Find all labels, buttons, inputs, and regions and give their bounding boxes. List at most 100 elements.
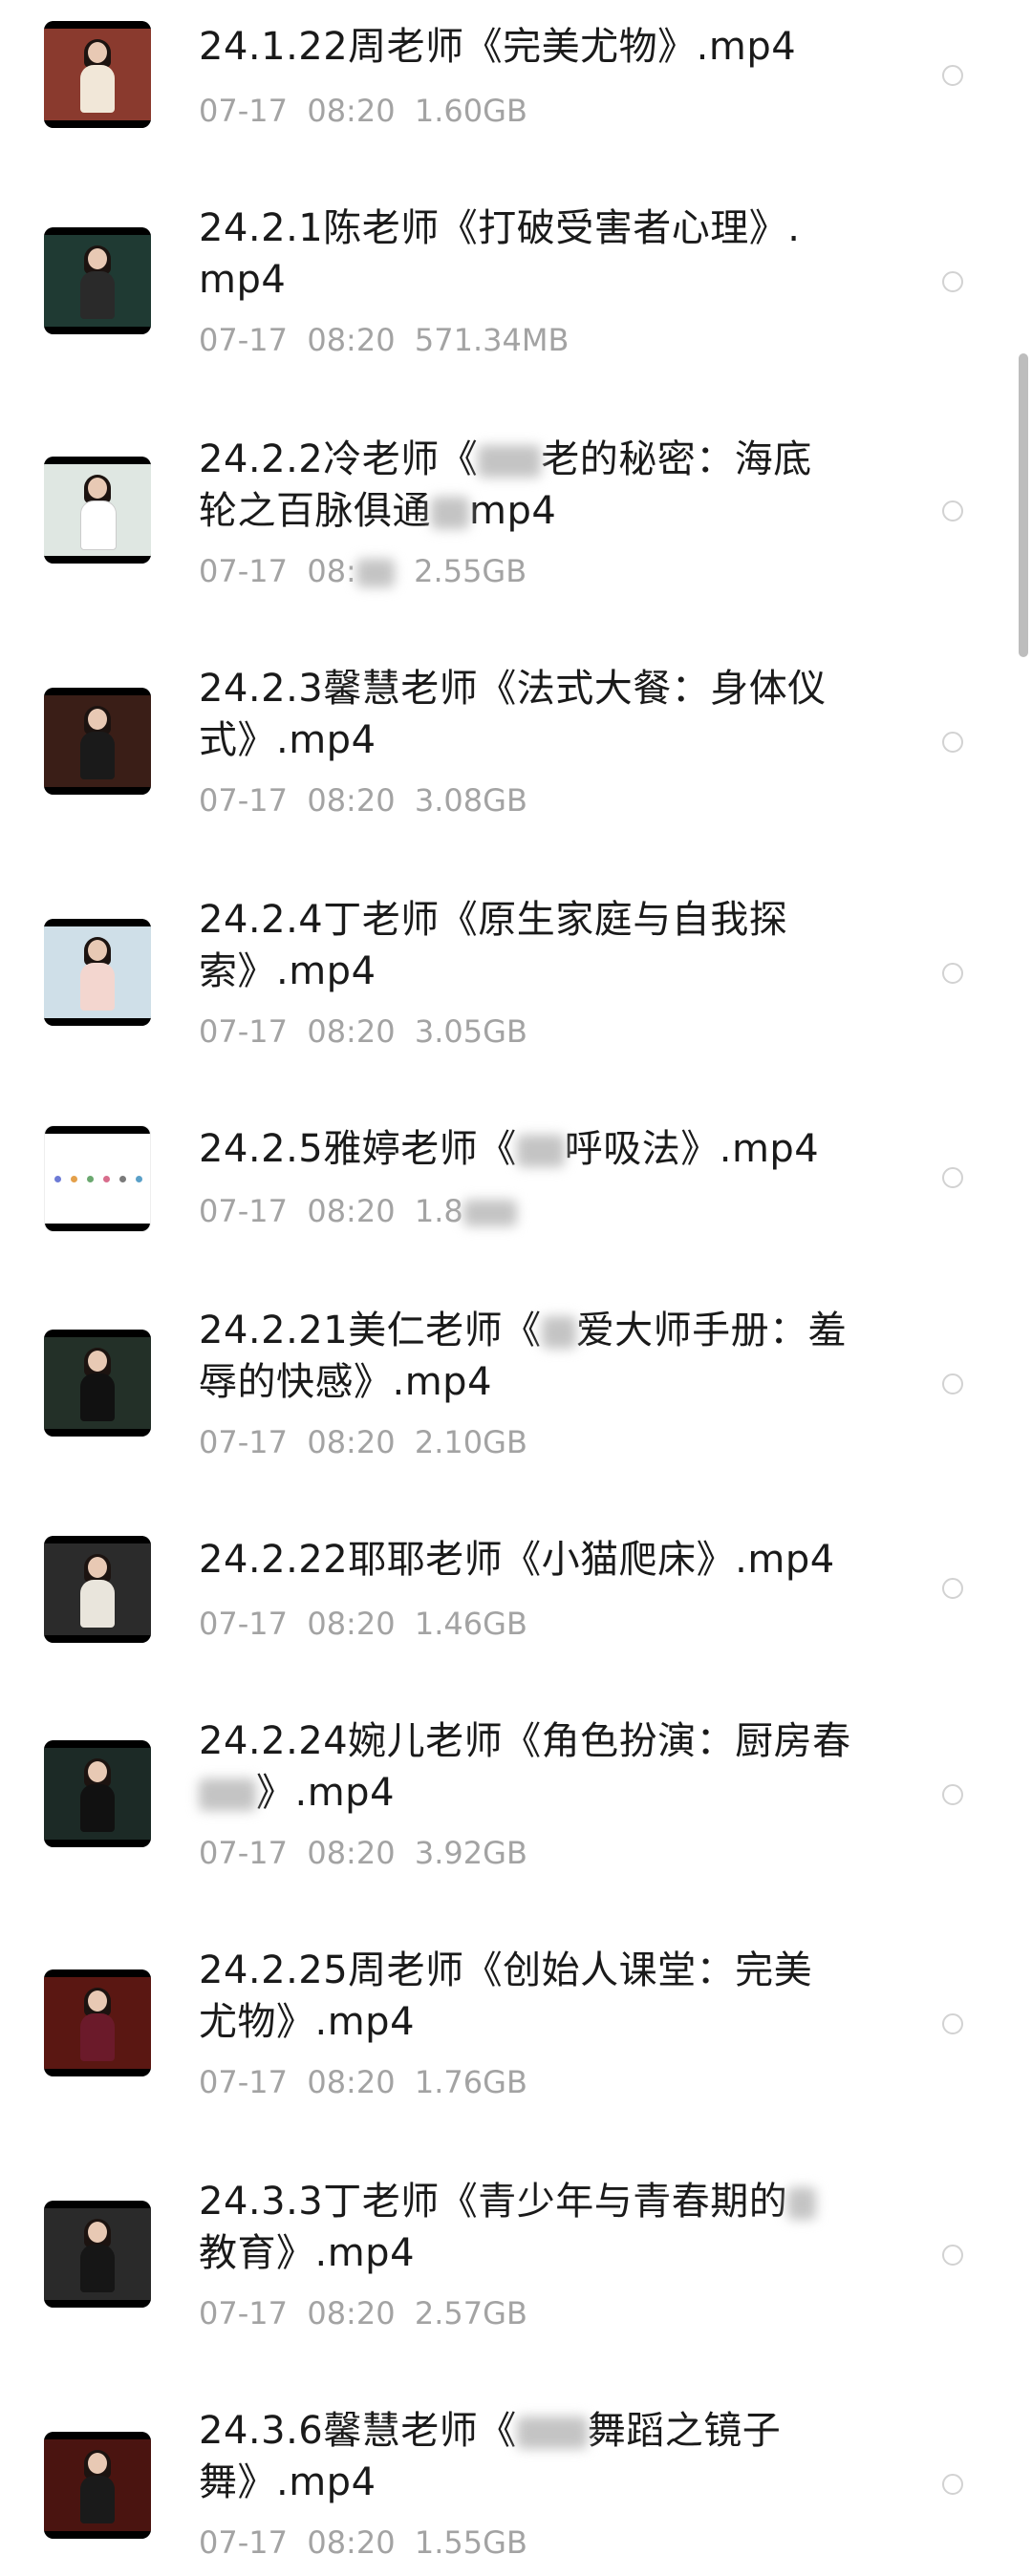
radio-circle-icon[interactable] — [942, 1578, 963, 1599]
file-size: 1.76GB — [414, 2064, 527, 2100]
file-meta: 07-17 08:20 1.46GB — [199, 1605, 527, 1643]
file-time: 08:20 — [307, 93, 396, 129]
file-time: 08:20 — [307, 1424, 396, 1460]
blurred-text — [516, 2416, 588, 2449]
file-name: 24.2.4丁老师《原生家庭与自我探索》.mp4 — [199, 898, 788, 993]
person-figure-icon — [80, 1988, 115, 2061]
file-size: 1.8 — [414, 1193, 463, 1229]
radio-circle-icon[interactable] — [942, 65, 963, 86]
video-thumbnail[interactable] — [44, 688, 151, 795]
file-size: 1.46GB — [414, 1606, 527, 1642]
blurred-text — [462, 1200, 517, 1226]
file-meta: 07-17 08:20 1.8 — [199, 1192, 517, 1230]
video-thumbnail[interactable] — [44, 1969, 151, 2076]
file-time: 08:20 — [307, 782, 396, 819]
radio-circle-icon[interactable] — [942, 1784, 963, 1805]
file-time: 08:20 — [307, 2524, 396, 2561]
video-thumbnail[interactable] — [44, 2432, 151, 2539]
video-thumbnail[interactable] — [44, 1740, 151, 1847]
file-date: 07-17 — [199, 93, 288, 129]
blurred-text — [478, 445, 542, 478]
person-figure-icon — [80, 937, 115, 1011]
file-size: 2.10GB — [414, 1424, 527, 1460]
file-time: 08:20 — [307, 1013, 396, 1050]
file-time: 08:20 — [307, 322, 396, 358]
file-name: 24.2.24婉儿老师《角色扮演：厨房春》.mp4 — [199, 1719, 851, 1815]
file-date: 07-17 — [199, 322, 288, 358]
video-thumbnail[interactable] — [44, 1536, 151, 1643]
blurred-text — [199, 1778, 256, 1811]
video-thumbnail[interactable] — [44, 1330, 151, 1437]
file-date: 07-17 — [199, 1013, 288, 1050]
file-size: 571.34MB — [414, 322, 570, 358]
file-date: 07-17 — [199, 2524, 288, 2561]
file-name: 24.3.3丁老师《青少年与青春期的教育》.mp4 — [199, 2176, 849, 2279]
file-meta: 07-17 08:20 3.08GB — [199, 781, 527, 820]
person-figure-icon — [80, 245, 115, 319]
file-list: 24.1.22周老师《完美尤物》.mp4 07-17 08:20 1.60GB … — [0, 0, 1032, 2576]
radio-circle-icon[interactable] — [942, 963, 963, 984]
radio-circle-icon[interactable] — [942, 500, 963, 522]
video-thumbnail[interactable] — [44, 227, 151, 334]
file-meta: 07-17 08: 2.55GB — [199, 552, 527, 590]
file-meta: 07-17 08:20 1.76GB — [199, 2063, 527, 2101]
file-meta: 07-17 08:20 1.55GB — [199, 2523, 527, 2562]
file-time: 08: — [307, 553, 356, 589]
person-figure-icon — [80, 475, 117, 550]
person-figure-icon — [80, 2219, 115, 2292]
radio-circle-icon[interactable] — [942, 2245, 963, 2266]
file-date: 07-17 — [199, 1193, 288, 1229]
video-thumbnail[interactable] — [44, 21, 151, 128]
file-time: 08:20 — [307, 1606, 396, 1642]
file-size: 2.55GB — [414, 553, 527, 589]
file-name: 24.1.22周老师《完美尤物》.mp4 — [199, 25, 797, 69]
file-meta: 07-17 08:20 2.57GB — [199, 2294, 527, 2332]
file-meta: 07-17 08:20 571.34MB — [199, 321, 569, 359]
person-figure-icon — [80, 706, 115, 779]
video-thumbnail[interactable] — [44, 2201, 151, 2308]
file-date: 07-17 — [199, 2064, 288, 2100]
file-name: 24.2.22耶耶老师《小猫爬床》.mp4 — [199, 1538, 835, 1582]
video-thumbnail[interactable] — [44, 457, 151, 564]
blurred-text — [431, 497, 469, 529]
radio-circle-icon[interactable] — [942, 732, 963, 753]
file-size: 1.55GB — [414, 2524, 527, 2561]
blurred-text — [516, 1135, 565, 1167]
file-meta: 07-17 08:20 1.60GB — [199, 92, 527, 130]
blurred-text — [541, 1316, 576, 1349]
file-name: 24.2.1陈老师《打破受害者心理》.mp4 — [199, 206, 801, 302]
file-time: 08:20 — [307, 2064, 396, 2100]
radio-circle-icon[interactable] — [942, 271, 963, 292]
blurred-text — [787, 2187, 817, 2220]
radio-circle-icon[interactable] — [942, 1167, 963, 1188]
person-figure-icon — [80, 1348, 115, 1421]
file-size: 3.05GB — [414, 1013, 527, 1050]
slide-dots-icon — [54, 1176, 142, 1185]
file-meta: 07-17 08:20 2.10GB — [199, 1423, 527, 1461]
radio-circle-icon[interactable] — [942, 2013, 963, 2034]
file-meta: 07-17 08:20 3.92GB — [199, 1834, 527, 1872]
person-figure-icon — [80, 1758, 115, 1832]
file-size: 2.57GB — [414, 2295, 527, 2331]
file-date: 07-17 — [199, 1606, 288, 1642]
radio-circle-icon[interactable] — [942, 1373, 963, 1394]
radio-circle-icon[interactable] — [942, 2474, 963, 2495]
person-figure-icon — [80, 2450, 115, 2523]
file-date: 07-17 — [199, 782, 288, 819]
video-thumbnail[interactable] — [44, 1125, 151, 1232]
blurred-text — [355, 559, 395, 587]
file-name: 24.2.5雅婷老师《 呼吸法》.mp4 — [199, 1127, 820, 1171]
person-figure-icon — [80, 1554, 115, 1628]
file-size: 3.08GB — [414, 782, 527, 819]
file-time: 08:20 — [307, 1835, 396, 1871]
scrollbar-thumb[interactable] — [1019, 353, 1028, 657]
file-size: 3.92GB — [414, 1835, 527, 1871]
file-date: 07-17 — [199, 553, 288, 589]
file-name: 24.3.6馨慧老师《 舞蹈之镜子舞》.mp4 — [199, 2409, 782, 2504]
video-thumbnail[interactable] — [44, 919, 151, 1026]
file-name: 24.2.3馨慧老师《法式大餐：身体仪式》.mp4 — [199, 667, 827, 762]
file-time: 08:20 — [307, 1193, 396, 1229]
file-meta: 07-17 08:20 3.05GB — [199, 1012, 527, 1051]
file-name: 24.2.2冷老师《 老的秘密：海底轮之百脉俱通 mp4 — [199, 437, 812, 533]
file-date: 07-17 — [199, 1424, 288, 1460]
